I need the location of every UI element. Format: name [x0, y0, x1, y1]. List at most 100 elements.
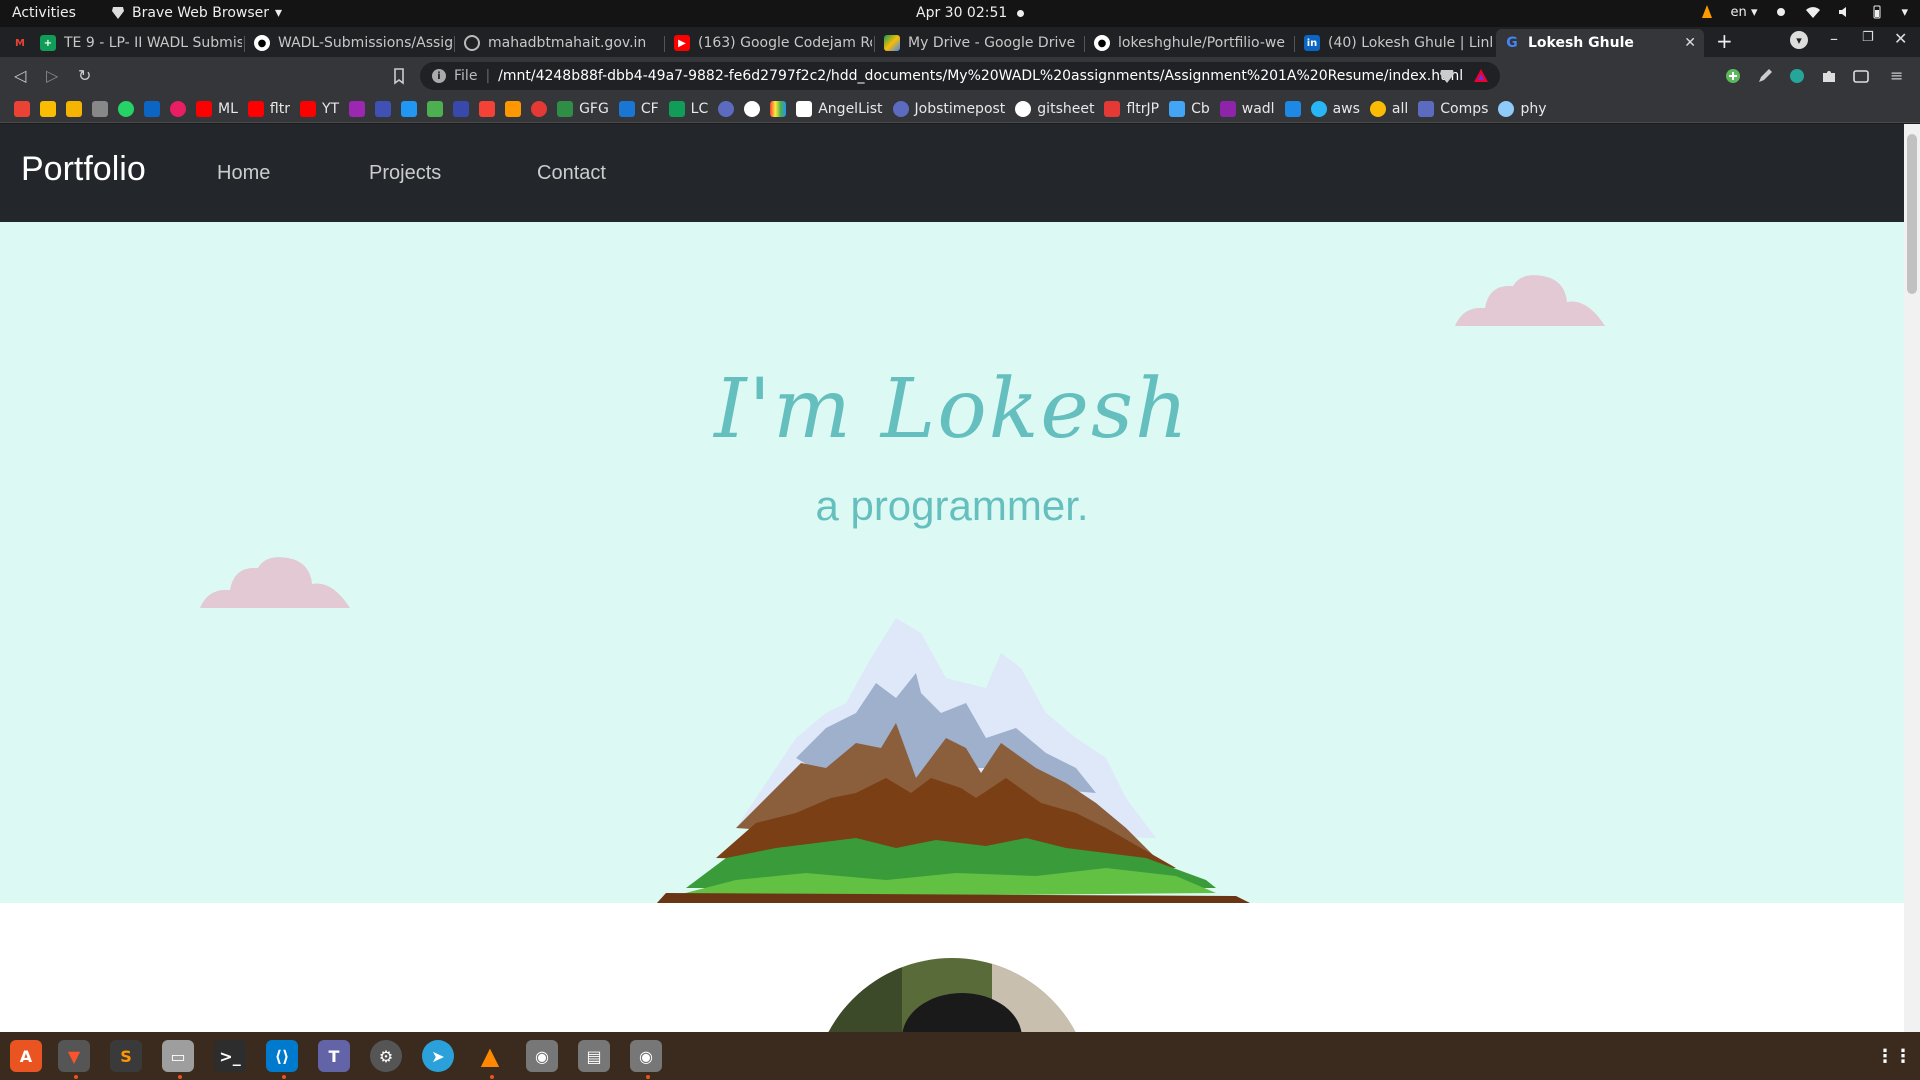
url-text[interactable]: /mnt/4248b88f-dbb4-49a7-9882-fe6d2797f2c… [498, 68, 1463, 84]
gmail-icon [14, 100, 30, 117]
wifi-icon[interactable] [1805, 4, 1821, 20]
tab-github-submissions[interactable]: ● WADL-Submissions/Assig [246, 29, 452, 57]
vlc-icon[interactable]: ▲ [474, 1040, 506, 1072]
show-apps-grid-icon[interactable]: ⋮⋮ [1876, 1040, 1912, 1072]
teams-icon[interactable]: T [318, 1040, 350, 1072]
bookmark-angellist[interactable]: AngelList [796, 100, 883, 117]
tab-gmail[interactable]: M [4, 29, 30, 57]
bookmark-14[interactable] [453, 100, 470, 117]
battery-icon[interactable] [1869, 4, 1885, 20]
bookmark-15[interactable] [479, 100, 496, 117]
bookmark-22[interactable] [744, 100, 761, 117]
tab-google-drive[interactable]: My Drive - Google Drive [876, 29, 1082, 57]
nav-link-contact[interactable]: Contact [537, 162, 606, 185]
clock[interactable]: Apr 30 02:51 [916, 5, 1025, 21]
bookmark-21[interactable] [718, 100, 735, 117]
bookmark-cf[interactable]: CF [618, 100, 659, 117]
tab-youtube-codejam[interactable]: ▶ (163) Google Codejam Ro [666, 29, 872, 57]
page-scrollbar[interactable] [1904, 124, 1920, 1032]
tab-search-icon[interactable]: ▾ [1790, 31, 1808, 49]
vlc-tray-icon[interactable] [1699, 4, 1715, 20]
disk2-icon[interactable]: ◉ [630, 1040, 662, 1072]
menu-icon[interactable]: ≡ [1890, 66, 1903, 85]
bookmark-4[interactable] [118, 100, 134, 117]
bookmark-2[interactable] [66, 100, 82, 117]
app-menu-label: Brave Web Browser [132, 5, 269, 21]
bookmark-wadl[interactable]: wadl [1219, 100, 1275, 117]
brave-icon[interactable]: ▼ [58, 1040, 90, 1072]
keyboard-layout[interactable]: en ▾ [1731, 5, 1758, 20]
disk-icon[interactable]: ◉ [526, 1040, 558, 1072]
sublime-text-icon[interactable]: S [110, 1040, 142, 1072]
bookmark-all[interactable]: all [1369, 100, 1408, 117]
brave-rewards-icon[interactable] [1472, 67, 1490, 85]
bookmark-gfg[interactable]: GFG [557, 100, 609, 117]
nav-link-home[interactable]: Home [217, 162, 270, 185]
bookmark-jobstimepost[interactable]: Jobstimepost [892, 100, 1005, 117]
tab-github-portfolio[interactable]: ● lokeshghule/Portfilio-we [1086, 29, 1292, 57]
forward-icon[interactable]: ▷ [46, 66, 58, 85]
tab-mahadbt[interactable]: mahadbtmahait.gov.in [456, 29, 662, 57]
bookmark-gitsheet[interactable]: gitsheet [1015, 100, 1094, 117]
info-icon[interactable]: i [432, 69, 446, 83]
brave-shields-icon[interactable] [1438, 67, 1456, 85]
terminal-icon[interactable]: >_ [214, 1040, 246, 1072]
bookmark-12[interactable] [401, 100, 418, 117]
reload-icon[interactable]: ↻ [78, 66, 91, 85]
bookmark-fltrjp[interactable]: fltrJP [1104, 100, 1159, 117]
back-icon[interactable]: ◁ [14, 66, 26, 85]
bookmark-10[interactable] [349, 100, 366, 117]
activities-button[interactable]: Activities [12, 5, 76, 21]
bookmark-11[interactable] [375, 100, 392, 117]
bookmark-6[interactable] [170, 100, 186, 117]
bookmark-13[interactable] [427, 100, 444, 117]
chevron-down-icon[interactable]: ▾ [1901, 5, 1908, 20]
bookmark-yt[interactable]: YT [299, 100, 339, 117]
bookmark-0[interactable] [14, 100, 30, 117]
vscode-icon[interactable]: ⟨⟩ [266, 1040, 298, 1072]
gfg-icon [557, 100, 574, 117]
extension-green-icon[interactable] [1724, 67, 1742, 85]
bookmark-3[interactable] [92, 100, 108, 117]
extensions-puzzle-icon[interactable] [1820, 67, 1838, 85]
files-icon[interactable]: ▭ [162, 1040, 194, 1072]
bookmark-cb[interactable]: Cb [1169, 100, 1210, 117]
bookmark-lc[interactable]: LC [668, 100, 708, 117]
bookmark-icon[interactable] [390, 67, 408, 85]
bookmark-30[interactable] [1284, 100, 1301, 117]
hero-subtitle: a programmer. [815, 482, 1089, 529]
tab-lokesh-ghule-active[interactable]: G Lokesh Ghule ✕ [1496, 29, 1704, 57]
tab-wadl-sheet[interactable]: + TE 9 - LP- II WADL Submis [32, 29, 242, 57]
brightness-icon[interactable] [1773, 4, 1789, 20]
volume-icon[interactable] [1837, 4, 1853, 20]
close-tab-icon[interactable]: ✕ [1684, 35, 1696, 51]
bookmark-phy[interactable]: phy [1498, 100, 1546, 117]
extension-teal-icon[interactable] [1788, 67, 1806, 85]
ubuntu-software-icon[interactable]: A [10, 1040, 42, 1072]
brand-logo[interactable]: Portfolio [21, 150, 146, 189]
pen-extension-icon[interactable] [1756, 67, 1774, 85]
bookmark-fltr[interactable]: fltr [247, 100, 290, 117]
minimize-icon[interactable]: – [1830, 29, 1838, 48]
bookmark-16[interactable] [505, 100, 522, 117]
new-tab-button[interactable]: + [1716, 29, 1733, 53]
tab-linkedin[interactable]: in (40) Lokesh Ghule | Linke [1296, 29, 1492, 57]
nav-link-projects[interactable]: Projects [369, 162, 441, 185]
scrollbar-thumb[interactable] [1907, 134, 1917, 294]
bookmark-ml[interactable]: ML [196, 100, 238, 117]
bookmark-17[interactable] [531, 100, 548, 117]
bookmark-23[interactable] [770, 100, 787, 117]
restore-icon[interactable]: ❐ [1862, 30, 1874, 45]
close-window-icon[interactable]: ✕ [1894, 29, 1907, 48]
settings-icon[interactable]: ⚙ [370, 1040, 402, 1072]
telegram-icon[interactable]: ➤ [422, 1040, 454, 1072]
address-bar[interactable]: i File | /mnt/4248b88f-dbb4-49a7-9882-fe… [420, 62, 1500, 90]
bookmark-5[interactable] [144, 100, 160, 117]
app-menu[interactable]: Brave Web Browser ▾ [110, 5, 282, 21]
drive-mount-icon[interactable]: ▤ [578, 1040, 610, 1072]
system-tray[interactable]: en ▾ ▾ [1699, 4, 1908, 20]
bookmark-1[interactable] [40, 100, 56, 117]
bookmark-aws[interactable]: aws [1310, 100, 1360, 117]
bookmark-comps[interactable]: Comps [1418, 100, 1488, 117]
wallet-icon[interactable] [1852, 67, 1870, 85]
